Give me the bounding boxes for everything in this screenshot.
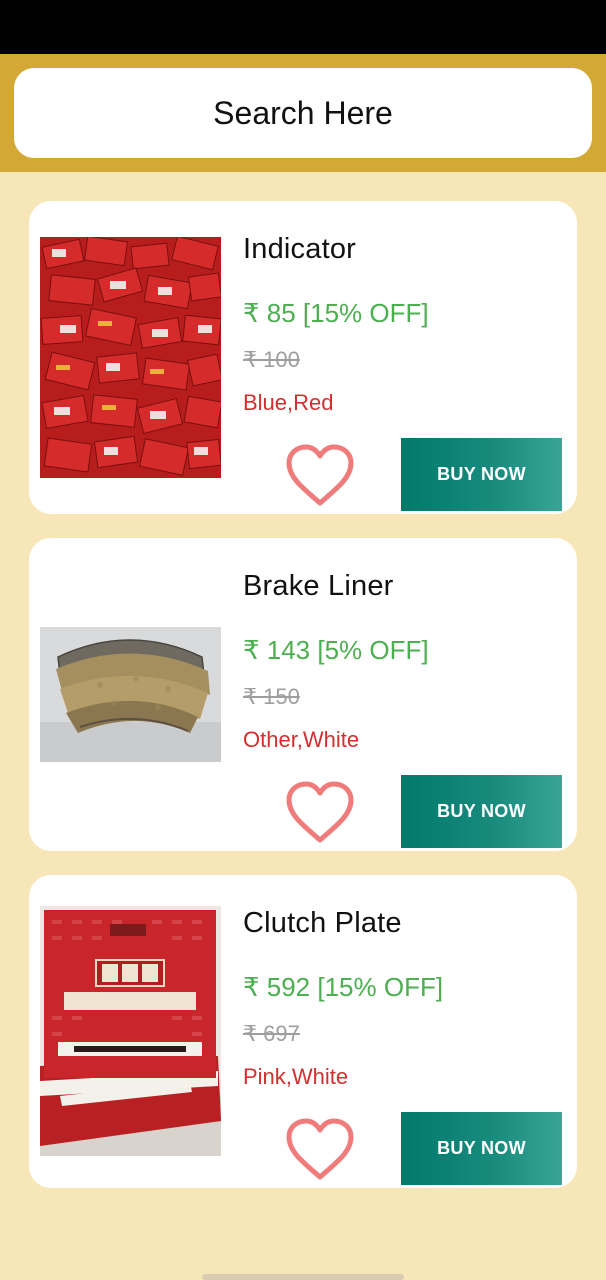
product-title[interactable]: Indicator xyxy=(243,233,356,266)
search-input[interactable]: Search Here xyxy=(14,68,592,158)
product-price: ₹ 592 [15% OFF] xyxy=(243,972,444,1002)
product-colors: Blue,Red xyxy=(243,390,334,415)
product-colors: Other,White xyxy=(243,727,360,752)
heart-icon[interactable] xyxy=(284,1117,356,1183)
heart-icon[interactable] xyxy=(284,780,356,846)
product-mrp: ₹ 150 xyxy=(243,684,300,709)
product-title[interactable]: Brake Liner xyxy=(243,570,394,603)
product-title[interactable]: Clutch Plate xyxy=(243,907,402,940)
product-card-clutch-plate[interactable]: Clutch Plate ₹ 592 [15% OFF] ₹ 697 Pink,… xyxy=(29,875,577,1188)
product-card-indicator[interactable]: Indicator ₹ 85 [15% OFF] ₹ 100 Blue,Red … xyxy=(29,201,577,514)
product-card-brake-liner[interactable]: Brake Liner ₹ 143 [5% OFF] ₹ 150 Other,W… xyxy=(29,538,577,851)
product-price: ₹ 85 [15% OFF] xyxy=(243,298,429,328)
status-bar xyxy=(0,0,606,54)
buy-now-button[interactable]: BUY NOW xyxy=(401,438,562,511)
product-mrp: ₹ 100 xyxy=(243,347,300,372)
product-image[interactable] xyxy=(40,237,221,478)
product-image[interactable] xyxy=(40,627,221,762)
product-mrp: ₹ 697 xyxy=(243,1021,300,1046)
product-colors: Pink,White xyxy=(243,1064,349,1089)
product-image[interactable] xyxy=(40,906,221,1156)
buy-now-button[interactable]: BUY NOW xyxy=(401,1112,562,1185)
product-price: ₹ 143 [5% OFF] xyxy=(243,635,429,665)
heart-icon[interactable] xyxy=(284,443,356,509)
buy-now-button[interactable]: BUY NOW xyxy=(401,775,562,848)
header-bar: Search Here xyxy=(0,54,606,172)
home-indicator[interactable] xyxy=(202,1274,404,1280)
